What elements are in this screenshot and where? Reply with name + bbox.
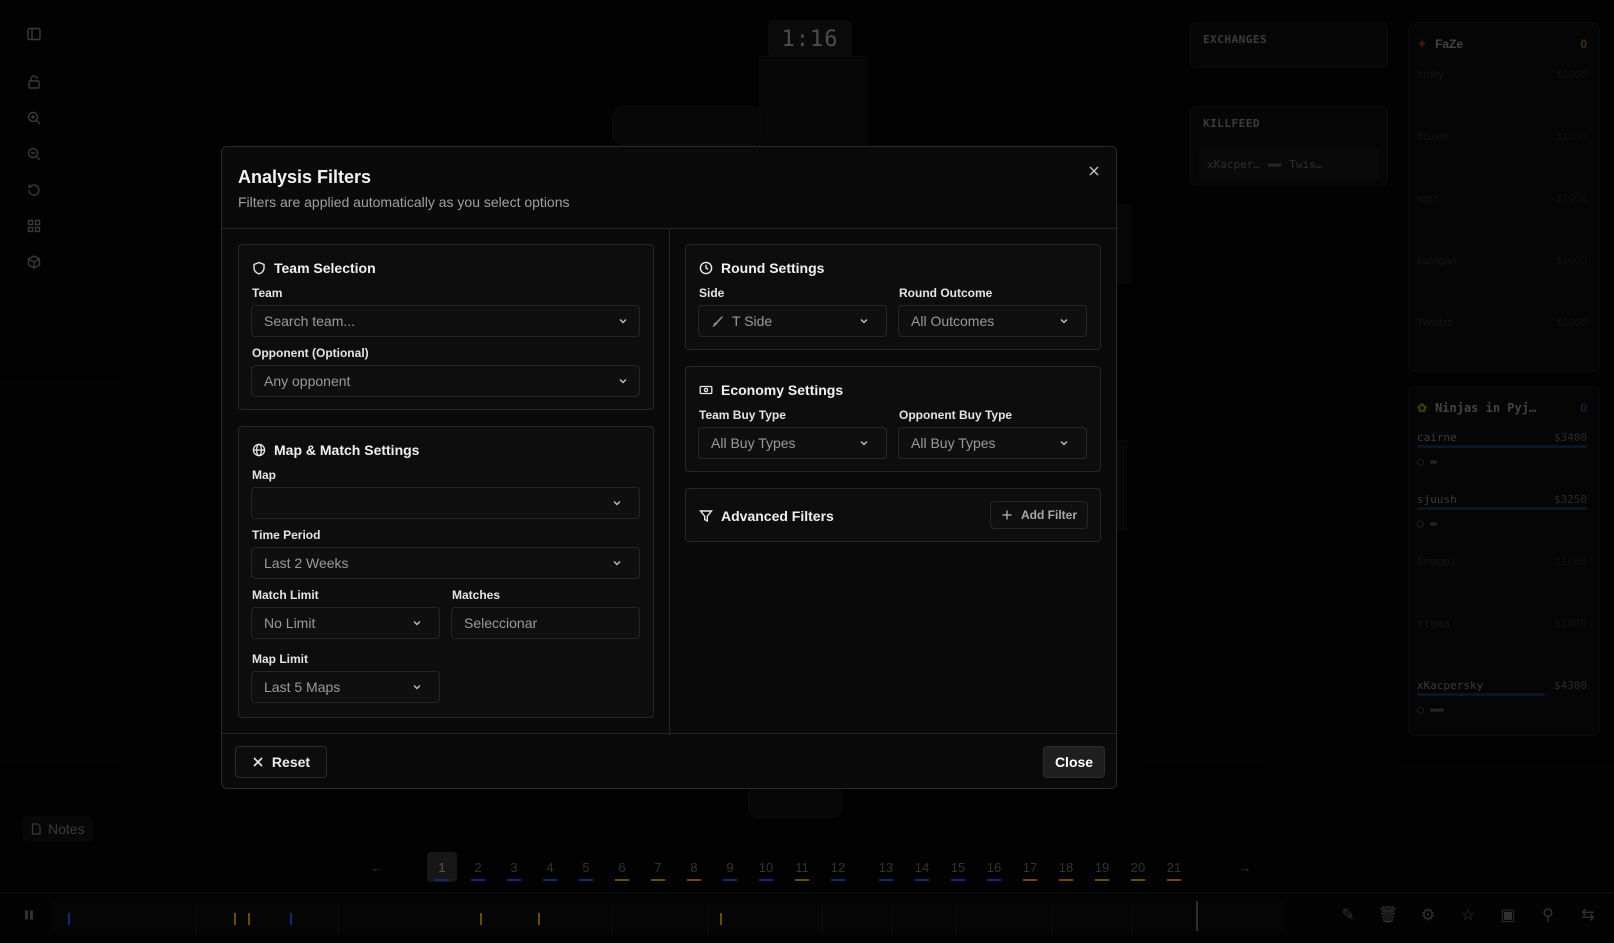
- match-limit-select[interactable]: No Limit: [251, 607, 440, 639]
- plus-icon: [1002, 510, 1012, 520]
- opponent-buy-type-value: All Buy Types: [911, 435, 996, 451]
- chevron-down-icon: [611, 557, 623, 569]
- side-label: Side: [699, 286, 725, 300]
- map-label: Map: [252, 468, 276, 482]
- map-match-settings-card: Map & Match Settings Map Time Period Las…: [238, 426, 654, 718]
- side-select[interactable]: T Side: [698, 305, 887, 337]
- advanced-filters-card: Advanced Filters Add Filter: [685, 488, 1101, 542]
- banknote-icon: [699, 385, 713, 395]
- chevron-down-icon: [617, 375, 629, 387]
- dialog-subtitle: Filters are applied automatically as you…: [238, 194, 570, 210]
- chevron-down-icon: [411, 617, 423, 629]
- reset-button[interactable]: Reset: [235, 746, 327, 778]
- team-buy-type-label: Team Buy Type: [699, 408, 786, 422]
- card-title: Round Settings: [699, 259, 824, 277]
- match-limit-label: Match Limit: [252, 588, 319, 602]
- opponent-buy-type-label: Opponent Buy Type: [899, 408, 1013, 422]
- economy-settings-card: Economy Settings Team Buy Type All Buy T…: [685, 366, 1101, 472]
- divider: [669, 229, 670, 735]
- matches-select[interactable]: Seleccionar: [451, 607, 640, 639]
- card-title: Team Selection: [252, 259, 376, 277]
- globe-icon: [252, 443, 266, 457]
- chevron-down-icon: [617, 315, 629, 327]
- round-outcome-label: Round Outcome: [899, 286, 993, 300]
- chevron-down-icon: [611, 497, 623, 509]
- round-outcome-select[interactable]: All Outcomes: [898, 305, 1087, 337]
- chevron-down-icon: [411, 681, 423, 693]
- knife-icon: [711, 315, 724, 328]
- filter-icon: [699, 510, 713, 523]
- analysis-filters-dialog: Analysis Filters Filters are applied aut…: [221, 146, 1117, 789]
- close-button[interactable]: Close: [1043, 746, 1105, 778]
- clock-icon: [699, 261, 713, 275]
- map-select[interactable]: [251, 487, 640, 519]
- round-outcome-value: All Outcomes: [911, 313, 995, 329]
- team-selection-card: Team Selection Team Search team... Oppon…: [238, 244, 654, 410]
- team-placeholder: Search team...: [264, 313, 356, 329]
- opponent-buy-type-select[interactable]: All Buy Types: [898, 427, 1087, 459]
- chevron-down-icon: [858, 315, 870, 327]
- shield-icon: [253, 261, 265, 275]
- map-limit-select[interactable]: Last 5 Maps: [251, 671, 440, 703]
- opponent-label: Opponent (Optional): [252, 346, 369, 360]
- add-filter-button[interactable]: Add Filter: [990, 501, 1088, 529]
- match-limit-value: No Limit: [264, 615, 316, 631]
- close-icon[interactable]: [1084, 161, 1104, 181]
- team-label: Team: [252, 286, 283, 300]
- chevron-down-icon: [858, 437, 870, 449]
- chevron-down-icon: [1058, 437, 1070, 449]
- side-value: T Side: [732, 313, 773, 329]
- card-title: Advanced Filters: [699, 507, 834, 525]
- map-limit-label: Map Limit: [252, 652, 308, 666]
- card-title: Map & Match Settings: [252, 441, 419, 459]
- time-period-value: Last 2 Weeks: [264, 555, 349, 571]
- team-buy-type-select[interactable]: All Buy Types: [698, 427, 887, 459]
- dialog-title: Analysis Filters: [238, 167, 372, 187]
- divider: [222, 733, 1116, 734]
- chevron-down-icon: [1058, 315, 1070, 327]
- matches-label: Matches: [452, 588, 501, 602]
- team-buy-type-value: All Buy Types: [711, 435, 796, 451]
- card-title: Economy Settings: [699, 381, 843, 399]
- time-period-select[interactable]: Last 2 Weeks: [251, 547, 640, 579]
- time-period-label: Time Period: [252, 528, 321, 542]
- round-settings-card: Round Settings Side T Side Round Outcome…: [685, 244, 1101, 350]
- matches-placeholder: Seleccionar: [464, 615, 538, 631]
- map-limit-value: Last 5 Maps: [264, 679, 341, 695]
- opponent-placeholder: Any opponent: [264, 373, 351, 389]
- opponent-select[interactable]: Any opponent: [251, 365, 640, 397]
- team-select[interactable]: Search team...: [251, 305, 640, 337]
- x-icon: [253, 757, 263, 767]
